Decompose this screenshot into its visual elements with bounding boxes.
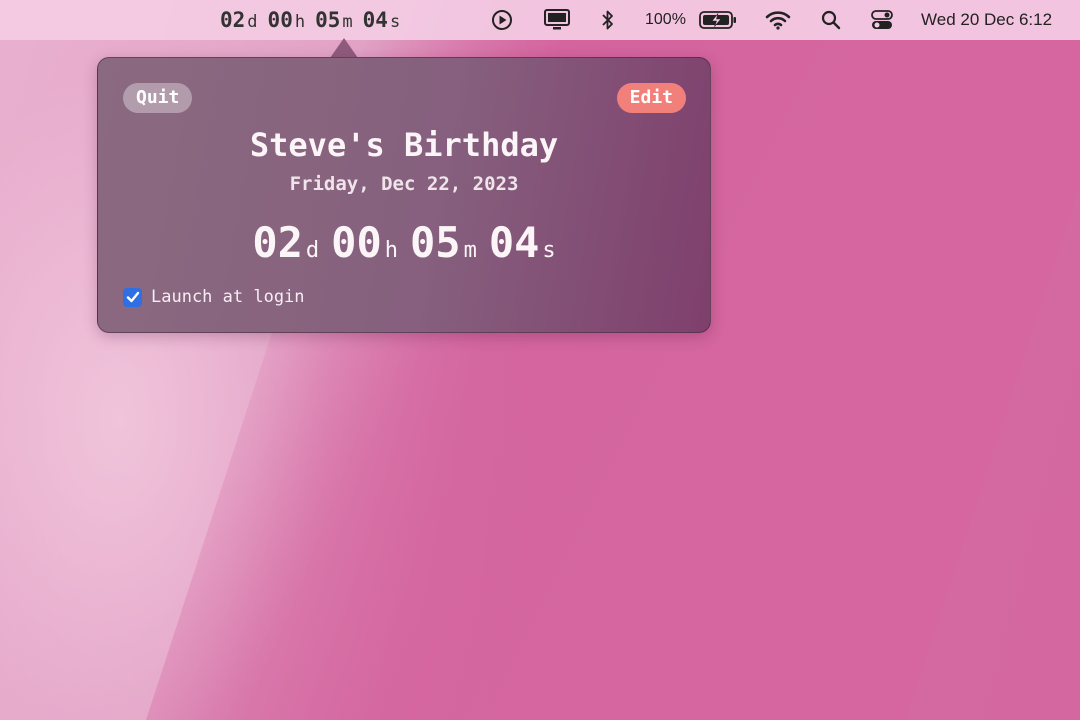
quit-button[interactable]: Quit bbox=[123, 83, 193, 113]
search-icon[interactable] bbox=[820, 8, 842, 32]
event-date: Friday, Dec 22, 2023 bbox=[289, 173, 519, 195]
wifi-icon[interactable] bbox=[764, 8, 792, 32]
countdown-seconds: 04 bbox=[488, 218, 540, 267]
edit-button[interactable]: Edit bbox=[616, 83, 686, 113]
menubar-days-unit: d bbox=[247, 12, 258, 32]
play-circle-icon[interactable] bbox=[490, 8, 514, 32]
countdown-seconds-unit: s bbox=[542, 238, 556, 263]
countdown-days: 02 bbox=[252, 218, 303, 267]
countdown-hours: 00 bbox=[331, 218, 382, 267]
menubar-hours: 00 bbox=[267, 8, 293, 32]
event-title: Steve's Birthday bbox=[249, 126, 559, 164]
launch-at-login-checkbox[interactable] bbox=[123, 287, 142, 307]
menubar-minutes-unit: m bbox=[342, 12, 353, 32]
menubar-days: 02 bbox=[220, 8, 246, 32]
popover-countdown: 02 d 00 h 05 m 04 s bbox=[98, 218, 710, 267]
battery-percent: 100% bbox=[645, 11, 686, 28]
launch-at-login-row[interactable]: Launch at login bbox=[123, 287, 305, 307]
menubar-countdown[interactable]: 02 d 00 h 05 m 04 s bbox=[220, 8, 410, 32]
battery-charging-icon[interactable] bbox=[698, 8, 738, 32]
control-center-icon[interactable] bbox=[870, 8, 894, 32]
checkmark-icon bbox=[126, 291, 139, 303]
countdown-days-unit: d bbox=[305, 238, 320, 263]
menubar-minutes: 05 bbox=[315, 8, 341, 32]
bluetooth-icon[interactable] bbox=[598, 8, 618, 32]
menubar-clock[interactable]: Wed 20 Dec 6:12 bbox=[921, 10, 1052, 30]
popover-arrow bbox=[330, 38, 358, 58]
launch-at-login-label: Launch at login bbox=[151, 287, 305, 307]
menubar-hours-unit: h bbox=[294, 12, 306, 32]
countdown-popover: Quit Edit Steve's Birthday Friday, Dec 2… bbox=[97, 57, 711, 333]
menubar-seconds: 04 bbox=[362, 8, 388, 32]
countdown-hours-unit: h bbox=[384, 238, 398, 263]
menu-bar: 02 d 00 h 05 m 04 s 100% Wed 20 Dec 6:12 bbox=[0, 0, 1080, 40]
countdown-minutes-unit: m bbox=[463, 238, 477, 263]
countdown-minutes: 05 bbox=[410, 218, 461, 267]
display-icon[interactable] bbox=[543, 8, 571, 32]
menubar-seconds-unit: s bbox=[389, 12, 401, 32]
